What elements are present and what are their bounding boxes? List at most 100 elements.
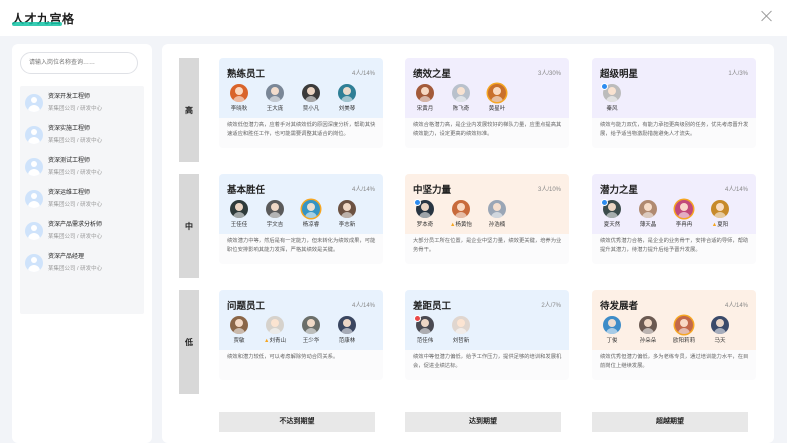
employee-name-text: 杨凉睿 [302, 222, 320, 228]
avatar [675, 200, 693, 218]
employee[interactable]: 陈飞奇 [443, 84, 479, 114]
employee[interactable]: 贾敏 [221, 316, 257, 346]
employee-name: 欧阳莉莉 [666, 336, 702, 344]
sidebar: 资深开发工程师 某集团公司 / 研发中心 资深实施工程师 某集团公司 / 研发中… [12, 44, 152, 443]
avatar-icon [25, 222, 43, 240]
employee[interactable]: 黄星叶 [479, 84, 515, 114]
position-org: 某集团公司 / 研发中心 [48, 234, 103, 240]
employee[interactable]: 孙朵朵 [630, 316, 666, 346]
employee[interactable]: 秦风 [594, 83, 630, 114]
position-item[interactable]: 资深测试工程师 某集团公司 / 研发中心 [20, 152, 144, 182]
employee[interactable]: 夏天然 [594, 199, 630, 230]
employee[interactable]: ▲夏阳 [702, 200, 738, 230]
col-label-exceeds: 超越期望 [592, 412, 748, 432]
avatar [338, 316, 356, 334]
cell-title: 绩效之星 [413, 69, 452, 80]
employee-name: 丁俊 [594, 336, 630, 344]
employee[interactable]: 孙浩楠 [479, 200, 515, 230]
employee-name-text: 夏天然 [603, 222, 621, 228]
position-item[interactable]: 资深开发工程师 某集团公司 / 研发中心 [20, 88, 144, 118]
position-item[interactable]: 资深实施工程师 某集团公司 / 研发中心 [20, 120, 144, 150]
employee[interactable]: 欧阳莉莉 [666, 316, 702, 346]
grid-cell[interactable]: 基本胜任 4人/14% 王佳佳 宇文吉 杨凉睿 李志新 绩效潜力中等，然后是有一定能力，但未… [219, 174, 383, 264]
grid-cell[interactable]: 绩效之星 3人/30% 宋黄月 陈飞奇 黄星叶 绩效合格潜力高，是企业内发展较好的梯队力量… [405, 58, 569, 148]
status-badge-icon [601, 83, 608, 90]
avatar [452, 200, 470, 218]
cell-description: 绩效和潜力较低，可以考虑解除劳动合同关系。 [227, 354, 339, 360]
employee[interactable]: 王大庞 [257, 84, 293, 114]
cell-count: 3人/10% [537, 187, 561, 193]
avatar [230, 200, 248, 218]
cell-header: 熟练员工 4人/14% 李晓秋 王大庞 贾小凡 刘美琴 [219, 58, 383, 118]
title-underline [12, 22, 62, 26]
employee[interactable]: 刘哲新 [443, 316, 479, 346]
cell-count: 1人/3% [728, 71, 748, 77]
employee[interactable]: 王少华 [293, 316, 329, 346]
nine-box-grid: 高 中 低 熟练员工 4人/14% 李晓秋 王大庞 贾小凡 刘美琴 绩效低但潜力高，应着手对… [162, 44, 774, 443]
position-item[interactable]: 资深产品需求分析师 某集团公司 / 研发中心 [20, 216, 144, 246]
employee-name: 刘美琴 [329, 104, 365, 112]
employee[interactable]: 李冉冉 [666, 200, 702, 230]
cell-description: 绩效潜力中等，然后是有一定能力，但未转化为绩效成果，可能职位安排影响其能力发挥，… [227, 238, 376, 253]
employee-name-text: 王大庞 [266, 106, 284, 112]
close-icon[interactable] [759, 8, 775, 24]
position-item[interactable]: 资深运维工程师 某集团公司 / 研发中心 [20, 184, 144, 214]
avatar [266, 200, 284, 218]
grid-cell[interactable]: 超级明星 1人/3% 秦风 绩效与能力双优，有能力承担更高级别的任务，优先考虑晋升发展… [592, 58, 756, 148]
employee[interactable]: 王佳佳 [221, 200, 257, 230]
content-area: 资深开发工程师 某集团公司 / 研发中心 资深实施工程师 某集团公司 / 研发中… [0, 36, 787, 443]
employee-name-text: 王佳佳 [230, 222, 248, 228]
employee-name: 黄星叶 [479, 104, 515, 112]
grid-cell[interactable]: 中坚力量 3人/10% 罗本奇 ▲杨黄怡 孙浩楠 大部分员工所在位置，是企业中坚力量，绩效… [405, 174, 569, 264]
position-name: 资深产品经理 [48, 254, 85, 260]
employee[interactable]: 丁俊 [594, 316, 630, 346]
employee[interactable]: 范佳伟 [407, 315, 443, 346]
status-badge-icon [414, 199, 421, 206]
employee-name: 王少华 [293, 336, 329, 344]
position-org: 某集团公司 / 研发中心 [48, 170, 103, 176]
employee-name: 范康林 [329, 336, 365, 344]
row-label-low: 低 [179, 290, 199, 394]
employee-name: 李冉冉 [666, 220, 702, 228]
grid-cell[interactable]: 问题员工 4人/14% 贾敏 ▲刘青山 王少华 范康林 绩效和潜力较低，可以考虑解除劳动合同… [219, 290, 383, 380]
employee[interactable]: 宇文吉 [257, 200, 293, 230]
grid-cell[interactable]: 潜力之星 4人/14% 夏天然 薄天晶 李冉冉 ▲夏阳 绩效优秀潜力合格，是企业的业务骨干，… [592, 174, 756, 264]
cell-title: 中坚力量 [413, 185, 452, 196]
employee[interactable]: 马天 [702, 316, 738, 346]
cell-count: 4人/14% [351, 71, 375, 77]
employee[interactable]: 李志新 [329, 200, 365, 230]
employee[interactable]: 宋黄月 [407, 84, 443, 114]
employee-name-text: 丁俊 [606, 338, 618, 344]
employee[interactable]: ▲杨黄怡 [443, 200, 479, 230]
cell-description: 绩效低但潜力高，应着手对其绩效低的原因深度分析，帮助其快速适应和胜任工作，也可能… [227, 122, 376, 137]
employee-name-text: 李晓秋 [230, 106, 248, 112]
cell-header: 差距员工 2人/7% 范佳伟 刘哲新 [405, 290, 569, 350]
cell-description: 绩效中等但潜力偏低，给予工作压力，提供足够的培训和发展机会，促进业绩达标。 [413, 354, 562, 369]
position-item[interactable]: 资深产品经理 某集团公司 / 研发中心 [20, 248, 144, 278]
employee[interactable]: ▲刘青山 [257, 316, 293, 346]
avatar [230, 84, 248, 102]
cell-header: 潜力之星 4人/14% 夏天然 薄天晶 李冉冉 ▲夏阳 [592, 174, 756, 234]
employee[interactable]: 李晓秋 [221, 84, 257, 114]
employee-name-text: 秦风 [606, 106, 618, 112]
employee[interactable]: 范康林 [329, 316, 365, 346]
employee-name-text: 夏阳 [717, 222, 729, 228]
grid-cell[interactable]: 熟练员工 4人/14% 李晓秋 王大庞 贾小凡 刘美琴 绩效低但潜力高，应着手对其绩效低的原… [219, 58, 383, 148]
employee-name: 李志新 [329, 220, 365, 228]
grid-cell[interactable]: 待发展者 4人/14% 丁俊 孙朵朵 欧阳莉莉 马天 绩效优秀但潜力偏低，多为老练专员，通过… [592, 290, 756, 380]
search-input[interactable] [20, 52, 138, 74]
grid-cell[interactable]: 差距员工 2人/7% 范佳伟 刘哲新绩效中等但潜力偏低，给予工作压力，提供足够的培训和… [405, 290, 569, 380]
avatar [230, 316, 248, 334]
employee[interactable]: 贾小凡 [293, 84, 329, 114]
cell-description: 绩效与能力双优，有能力承担更高级别的任务，优先考虑晋升发展，给予适当物激励措施避… [600, 122, 749, 137]
employee[interactable]: 罗本奇 [407, 199, 443, 230]
position-name: 资深产品需求分析师 [48, 222, 103, 228]
employee-name: 宋黄月 [407, 104, 443, 112]
avatar [452, 316, 470, 334]
employee[interactable]: 杨凉睿 [293, 200, 329, 230]
employee[interactable]: 薄天晶 [630, 200, 666, 230]
cell-description: 绩效优秀但潜力偏低，多为老练专员，通过培训能力水平，在目前岗位上继续发展。 [600, 354, 749, 369]
header: 人才九宫格 [0, 0, 787, 36]
employee[interactable]: 刘美琴 [329, 84, 365, 114]
employee-name-text: 刘美琴 [338, 106, 356, 112]
